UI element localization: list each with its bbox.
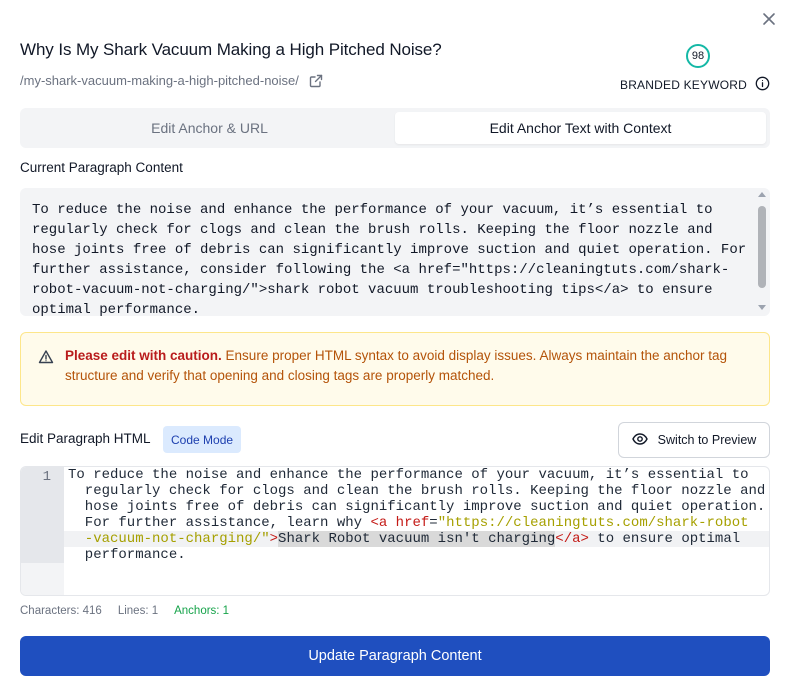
edit-paragraph-label: Edit Paragraph HTML xyxy=(20,431,151,446)
code-selection: Shark Robot vacuum isn't charging xyxy=(278,531,556,547)
current-paragraph-label: Current Paragraph Content xyxy=(20,160,183,175)
current-paragraph-text: To reduce the noise and enhance the perf… xyxy=(32,202,755,316)
external-link-icon[interactable] xyxy=(309,74,323,88)
score-badge: 98 xyxy=(686,44,710,68)
code-string: "https://cleaningtuts.com/shark-robot xyxy=(437,515,749,531)
current-paragraph-box[interactable]: To reduce the noise and enhance the perf… xyxy=(20,188,770,316)
line-number: 1 xyxy=(42,469,51,485)
anchors-count: Anchors: 1 xyxy=(174,605,230,617)
scrollbar[interactable] xyxy=(756,190,768,314)
code-attr: href xyxy=(395,515,430,531)
code-mode-badge: Code Mode xyxy=(163,426,242,453)
code-text: to ensure optimal xyxy=(588,531,741,547)
tab-edit-anchor-url[interactable]: Edit Anchor & URL xyxy=(24,112,395,144)
code-row: performance. xyxy=(68,547,186,563)
code-string: -vacuum-not-charging/" xyxy=(68,531,270,547)
warning-triangle-icon xyxy=(38,349,54,370)
editor-stats: Characters: 416 Lines: 1 Anchors: 1 xyxy=(20,605,229,617)
branded-keyword-label: BRANDED KEYWORD xyxy=(619,78,747,92)
code-row-active: -vacuum-not-charging/">Shark Robot vacuu… xyxy=(64,531,769,547)
code-content[interactable]: To reduce the noise and enhance the perf… xyxy=(64,467,769,563)
code-tag-close: > xyxy=(269,531,279,547)
scrollbar-thumb[interactable] xyxy=(758,206,766,288)
editor-gutter-empty xyxy=(21,563,64,595)
code-end-tag: </a> xyxy=(555,531,589,547)
switch-to-preview-button[interactable]: Switch to Preview xyxy=(618,422,770,458)
code-tag-open: <a xyxy=(370,515,396,531)
switch-to-preview-label: Switch to Preview xyxy=(657,433,757,447)
lines-count: Lines: 1 xyxy=(117,605,159,617)
caution-message: Please edit with caution. Ensure proper … xyxy=(65,346,755,386)
tab-bar: Edit Anchor & URL Edit Anchor Text with … xyxy=(20,108,770,148)
editor-gutter: 1 xyxy=(21,467,64,563)
code-text: For further assistance, learn why xyxy=(68,515,371,531)
caution-alert: Please edit with caution. Ensure proper … xyxy=(20,332,770,406)
branded-keyword: BRANDED KEYWORD xyxy=(620,76,770,94)
characters-count: Characters: 416 xyxy=(20,605,102,617)
page-title: Why Is My Shark Vacuum Making a High Pit… xyxy=(20,40,442,59)
url-row: /my-shark-vacuum-making-a-high-pitched-n… xyxy=(20,73,323,88)
info-icon[interactable] xyxy=(755,76,770,94)
html-code-editor[interactable]: 1 To reduce the noise and enhance the pe… xyxy=(20,466,770,596)
code-row: regularly check for clogs and clean the … xyxy=(68,483,766,499)
code-row: hose joints free of debris can significa… xyxy=(68,499,766,515)
code-row: To reduce the noise and enhance the perf… xyxy=(68,467,749,483)
scroll-up-arrow-icon[interactable] xyxy=(758,192,766,197)
tab-edit-anchor-text-context[interactable]: Edit Anchor Text with Context xyxy=(395,112,766,144)
close-icon[interactable] xyxy=(758,8,780,30)
update-paragraph-button[interactable]: Update Paragraph Content xyxy=(20,636,770,676)
scroll-down-arrow-icon[interactable] xyxy=(758,305,766,310)
page-url: /my-shark-vacuum-making-a-high-pitched-n… xyxy=(20,73,299,88)
code-eq: = xyxy=(429,515,438,531)
caution-bold: Please edit with caution. xyxy=(65,348,222,363)
eye-icon xyxy=(631,431,648,450)
code-row: For further assistance, learn why <a hre… xyxy=(68,515,768,531)
